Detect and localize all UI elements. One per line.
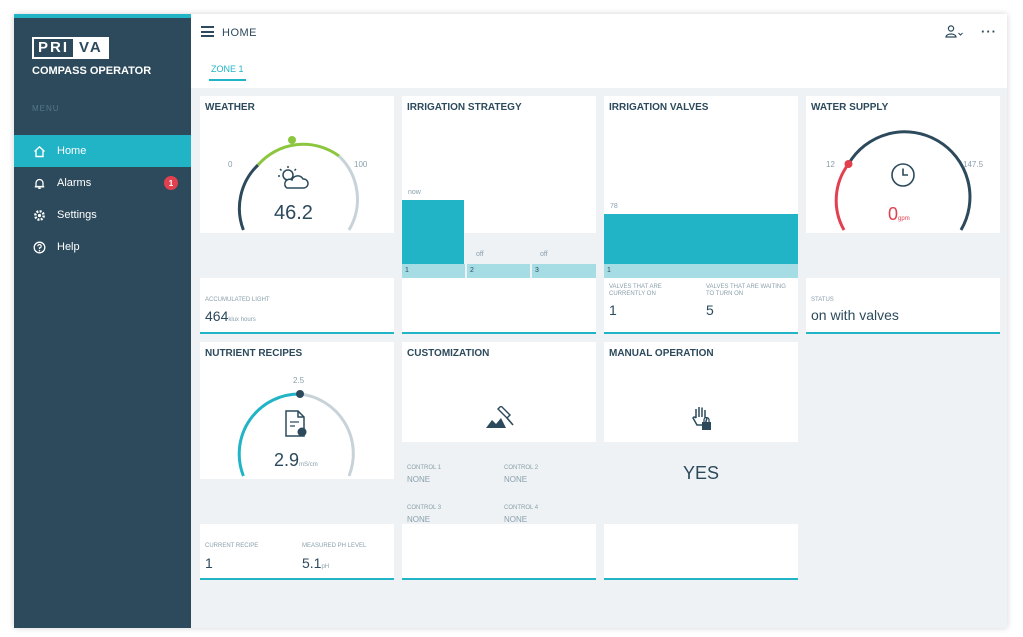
ph-level-value: 5.1pH xyxy=(302,555,330,571)
water-gauge-max: 147.5 xyxy=(963,160,984,169)
priva-logo: PRI VA xyxy=(32,37,109,59)
valves-bar xyxy=(604,214,798,264)
hand-lock-icon xyxy=(690,404,714,437)
current-recipe-value: 1 xyxy=(205,555,213,571)
gear-icon xyxy=(32,208,46,222)
alarm-count-badge: 1 xyxy=(164,176,178,190)
tile-title: CUSTOMIZATION xyxy=(407,348,490,359)
water-status-label: STATUS xyxy=(811,297,834,303)
logo-part-b: VA xyxy=(73,37,109,59)
accumulated-light-value: 464klux hours xyxy=(205,308,256,324)
water-gauge-min: 12 xyxy=(826,160,835,169)
page-title: HOME xyxy=(222,27,257,39)
tile-title: MANUAL OPERATION xyxy=(609,348,714,359)
nutrient-value: 2.9mS/cm xyxy=(274,450,318,470)
control-2-value: NONE xyxy=(504,475,528,484)
valves-waiting-label: VALVES THAT ARE WAITING TO TURN ON xyxy=(706,284,786,297)
control-4-value: NONE xyxy=(504,515,528,524)
weather-tile[interactable]: WEATHER 0 100 46.2 ACCUMULATED LIGHT 464… xyxy=(200,96,394,334)
valves-waiting-value: 5 xyxy=(706,302,714,318)
strategy-axis-3: 3 xyxy=(532,264,596,278)
user-menu-icon[interactable] xyxy=(945,24,963,40)
top-bar: HOME ··· ZONE 1 xyxy=(191,14,1007,88)
valves-axis: 1 xyxy=(604,264,798,278)
control-3-value: NONE xyxy=(407,515,431,524)
nutrient-target: 2.5 xyxy=(293,376,305,385)
clock-icon xyxy=(890,162,916,193)
sidebar-item-label: Help xyxy=(57,241,80,253)
current-recipe-label: CURRENT RECIPE xyxy=(205,543,259,549)
help-icon xyxy=(32,240,46,254)
water-supply-tile[interactable]: WATER SUPPLY 12 147.5 0gpm STATUS on wit… xyxy=(806,96,1000,334)
sidebar-item-label: Home xyxy=(57,145,87,157)
irrigation-strategy-tile[interactable]: IRRIGATION STRATEGY now off off 1 2 3 xyxy=(402,96,596,334)
hamburger-menu-icon[interactable] xyxy=(201,26,214,37)
sidebar-item-settings[interactable]: Settings xyxy=(14,199,191,231)
water-status-value: on with valves xyxy=(811,307,899,323)
bell-icon xyxy=(32,176,46,190)
manual-operation-tile[interactable]: MANUAL OPERATION YES xyxy=(604,342,798,580)
strategy-bar-3-label: off xyxy=(540,251,548,258)
sidebar-item-home[interactable]: Home xyxy=(14,135,191,167)
ph-level-label: MEASURED PH LEVEL xyxy=(302,543,367,549)
tile-title: IRRIGATION VALVES xyxy=(609,102,709,113)
control-2-label: CONTROL 2 xyxy=(504,465,539,471)
control-3-label: CONTROL 3 xyxy=(407,505,442,511)
sidebar-nav: Home Alarms 1 Settings Help xyxy=(14,135,191,263)
sidebar-item-alarms[interactable]: Alarms 1 xyxy=(14,167,191,199)
menu-section-label: MENU xyxy=(32,104,60,113)
control-1-value: NONE xyxy=(407,475,431,484)
sidebar: PRI VA COMPASS OPERATOR MENU Home Alarms… xyxy=(14,14,191,628)
sun-cloud-icon xyxy=(276,165,310,196)
sidebar-item-label: Alarms xyxy=(57,177,92,189)
manual-operation-value: YES xyxy=(682,463,720,483)
strategy-axis-2: 2 xyxy=(467,264,530,278)
strategy-bar-1 xyxy=(402,200,464,264)
weather-gauge-min: 0 xyxy=(228,160,233,169)
app-window: PRI VA COMPASS OPERATOR MENU Home Alarms… xyxy=(14,14,1007,628)
strategy-axis-1: 1 xyxy=(402,264,465,278)
app-name: COMPASS OPERATOR xyxy=(32,65,152,77)
strategy-bar-1-label: now xyxy=(408,189,421,196)
home-icon xyxy=(32,144,46,158)
control-4-label: CONTROL 4 xyxy=(504,505,539,511)
weather-value: 46.2 xyxy=(274,202,313,224)
paint-roller-icon xyxy=(484,405,516,437)
valves-on-label: VALVES THAT ARE CURRENTLY ON xyxy=(609,284,662,297)
sidebar-item-label: Settings xyxy=(57,209,97,221)
nutrient-recipes-tile[interactable]: NUTRIENT RECIPES 2.5 2.9mS/cm CURRENT RE… xyxy=(200,342,394,580)
logo-part-a: PRI xyxy=(32,37,76,59)
control-1-label: CONTROL 1 xyxy=(407,465,442,471)
recipe-document-icon xyxy=(283,409,309,444)
tab-zone-1[interactable]: ZONE 1 xyxy=(209,64,246,81)
irrigation-valves-tile[interactable]: IRRIGATION VALVES 78 1 VALVES THAT ARE C… xyxy=(604,96,798,334)
customization-tile[interactable]: CUSTOMIZATION CONTROL 1 NONE CONTROL 2 N… xyxy=(402,342,596,580)
more-options-icon[interactable]: ··· xyxy=(981,24,997,39)
tile-title: IRRIGATION STRATEGY xyxy=(407,102,522,113)
valves-on-value: 1 xyxy=(609,302,617,318)
weather-gauge-max: 100 xyxy=(354,160,368,169)
sidebar-item-help[interactable]: Help xyxy=(14,231,191,263)
strategy-bar-2-label: off xyxy=(476,251,484,258)
valves-bar-label: 78 xyxy=(610,203,618,210)
water-supply-value: 0gpm xyxy=(888,204,910,224)
accumulated-light-label: ACCUMULATED LIGHT xyxy=(205,297,270,303)
